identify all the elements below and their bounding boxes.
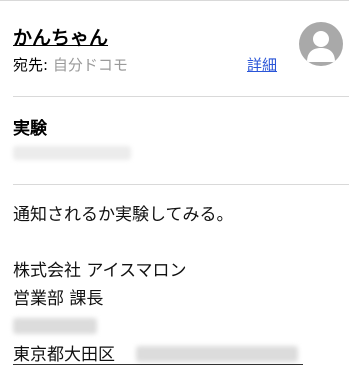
avatar[interactable] xyxy=(299,22,343,66)
redacted-name xyxy=(13,318,97,334)
recipient-label: 宛先: xyxy=(13,56,49,74)
details-link[interactable]: 詳細 xyxy=(247,55,277,75)
person-silhouette-icon xyxy=(307,31,335,62)
job-title: 営業部 課長 xyxy=(13,289,104,309)
body-line: 通知されるか実験してみる。 xyxy=(13,205,234,225)
address-link-underline xyxy=(13,364,303,365)
message-header: かんちゃん 宛先: 自分ドコモ 詳細 xyxy=(0,0,349,96)
address-line[interactable]: 東京都大田区 xyxy=(13,344,115,366)
recipient-value: 自分ドコモ xyxy=(52,56,128,74)
recipient-line: 宛先: 自分ドコモ xyxy=(13,55,128,75)
redacted-address xyxy=(136,346,298,362)
redacted-date xyxy=(13,146,131,160)
header-divider xyxy=(13,96,349,97)
company-name: 株式会社 アイスマロン xyxy=(13,261,187,281)
message-subject: 実験 xyxy=(13,119,47,139)
sender-name[interactable]: かんちゃん xyxy=(13,26,108,50)
subject-divider xyxy=(13,184,349,185)
